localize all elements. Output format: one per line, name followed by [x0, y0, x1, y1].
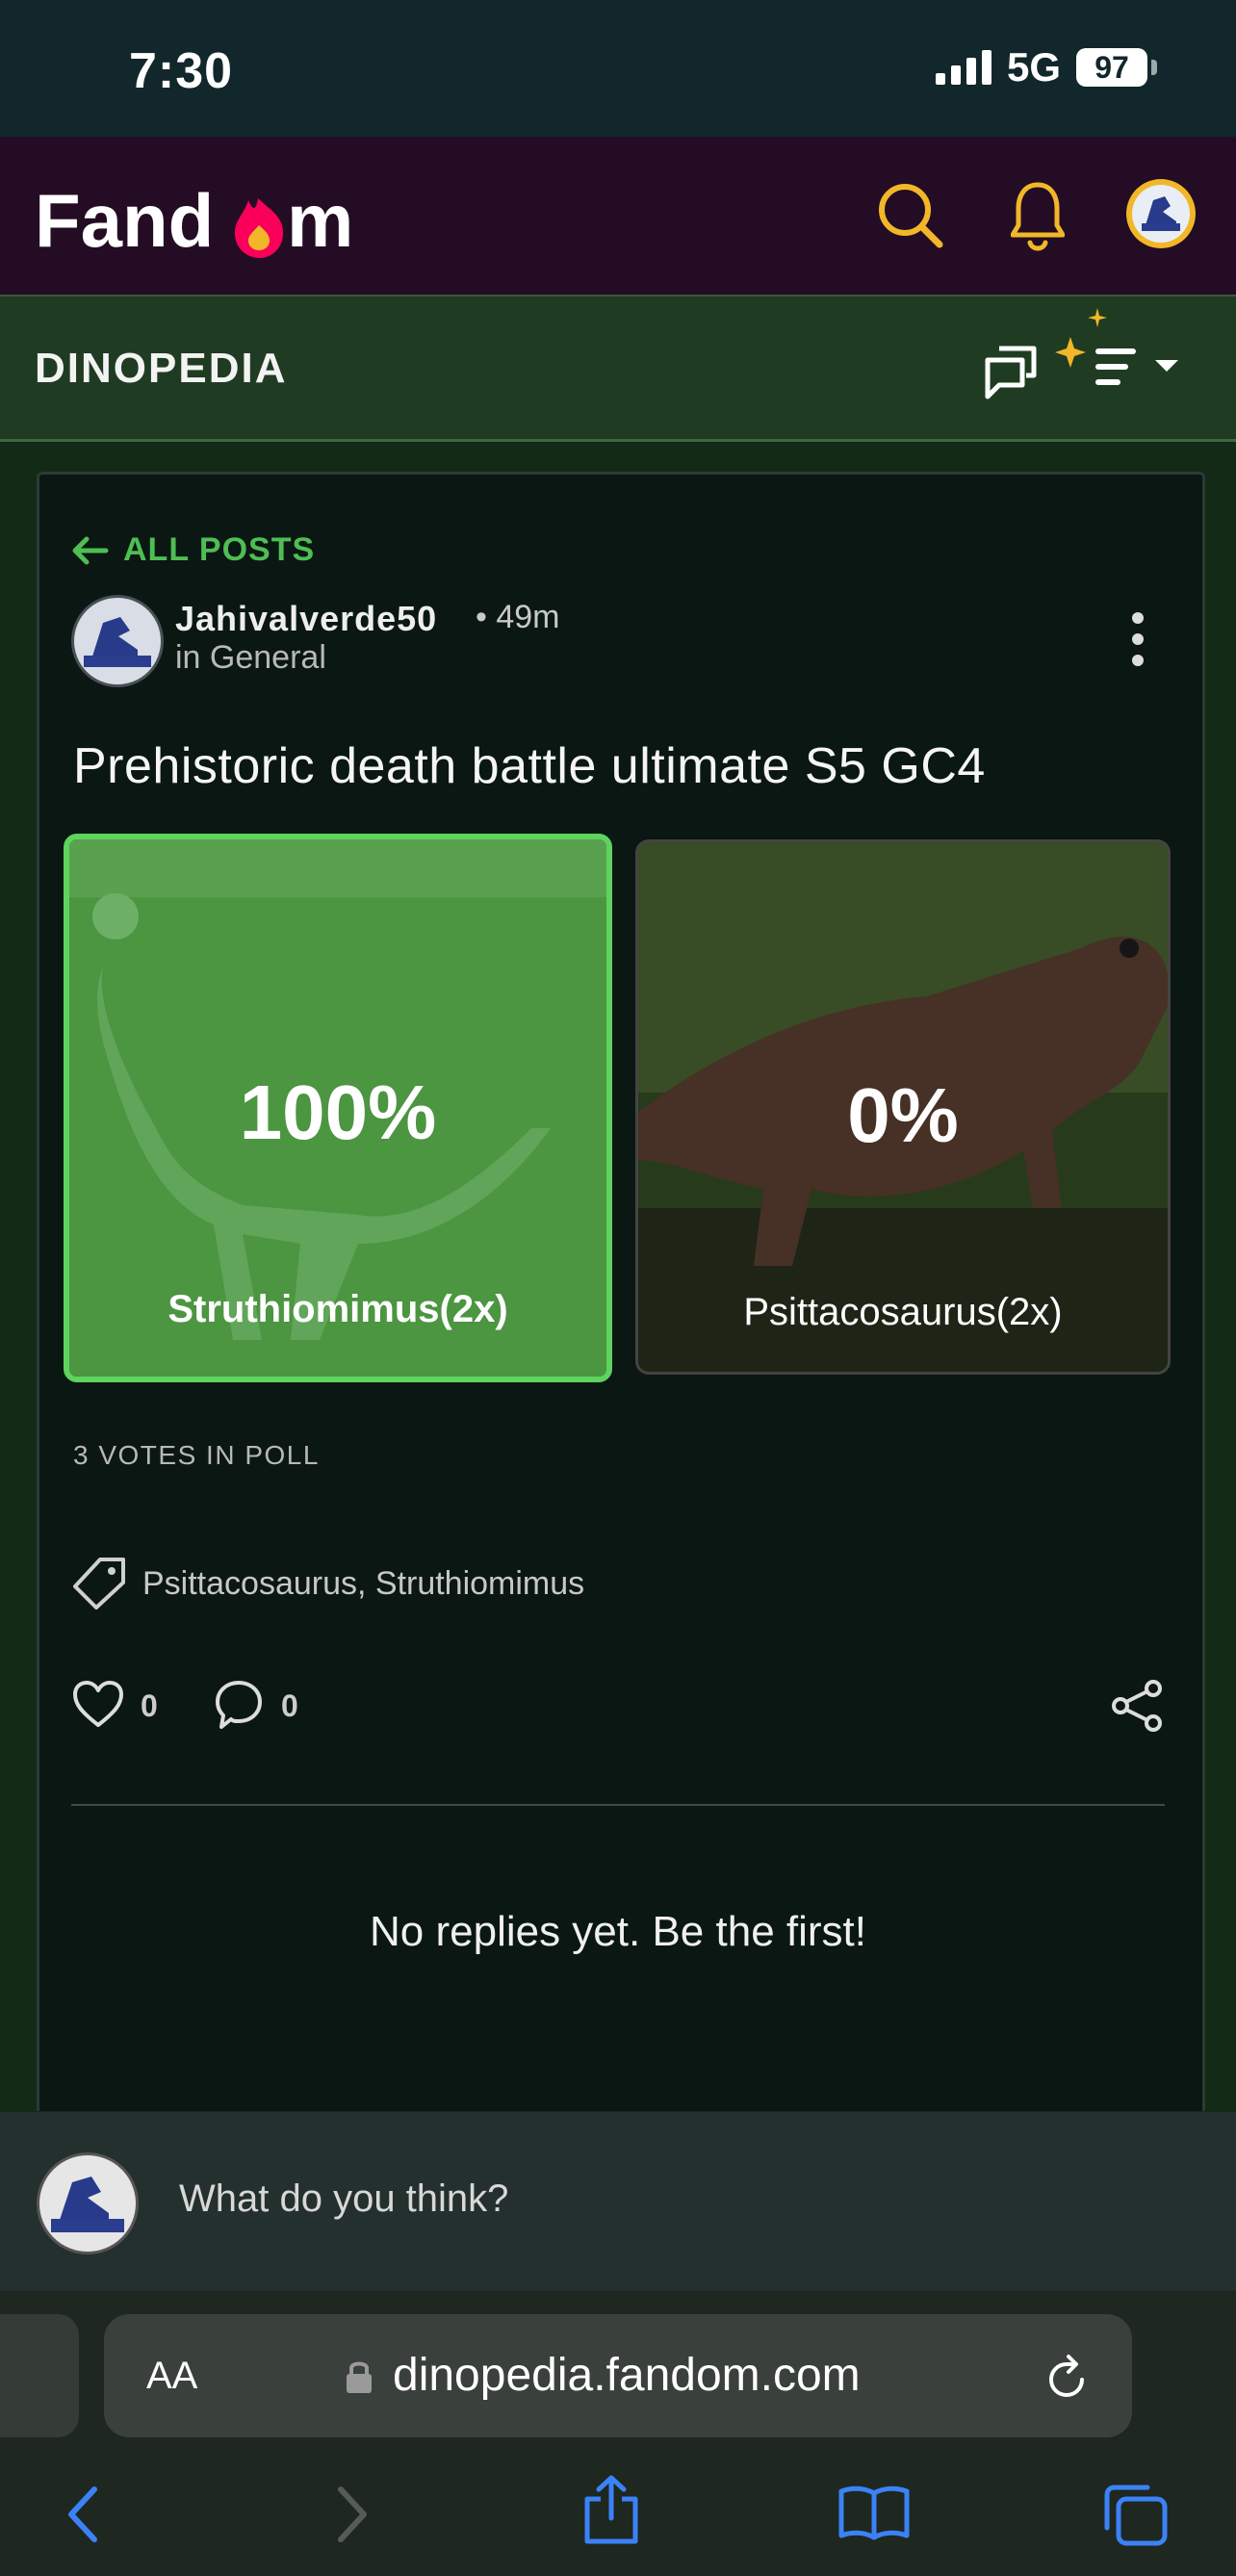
all-posts-link[interactable]: ALL POSTS — [123, 531, 315, 569]
poll-option-label: Struthiomimus(2x) — [167, 1288, 508, 1330]
signal-icon — [936, 50, 991, 85]
post-tags[interactable]: Psittacosaurus, Struthiomimus — [142, 1565, 584, 1603]
post-title: Prehistoric death battle ultimate S5 GC4 — [73, 738, 986, 794]
lock-icon — [347, 2361, 372, 2393]
heart-icon[interactable] — [71, 1679, 125, 1729]
wiki-name[interactable]: DINOPEDIA — [35, 345, 287, 393]
svg-text:Fand: Fand — [35, 178, 214, 263]
composer-avatar — [37, 2152, 139, 2254]
tag-icon — [73, 1558, 125, 1610]
like-count: 0 — [141, 1688, 158, 1723]
fandom-logo[interactable]: Fand m — [35, 171, 381, 268]
author-avatar[interactable] — [71, 595, 164, 687]
search-icon[interactable] — [876, 181, 945, 250]
back-icon[interactable] — [64, 2484, 102, 2545]
network-type: 5G — [1007, 44, 1062, 90]
svg-text:m: m — [287, 178, 353, 263]
url-text[interactable]: dinopedia.fandom.com — [393, 2349, 861, 2402]
battery-icon — [1151, 60, 1157, 75]
poll-vote-count: 3 VOTES IN POLL — [73, 1440, 320, 1470]
back-arrow-icon[interactable] — [71, 535, 110, 566]
poll-option-struthiomimus[interactable]: 100% Struthiomimus(2x) — [64, 834, 612, 1382]
share-sheet-icon[interactable] — [581, 2474, 641, 2547]
share-icon[interactable] — [1109, 1679, 1165, 1733]
reply-count: 0 — [281, 1688, 298, 1723]
bell-icon[interactable] — [1011, 179, 1065, 254]
explore-menu-icon[interactable] — [1053, 306, 1188, 402]
poll-option-label: Psittacosaurus(2x) — [743, 1291, 1063, 1333]
user-avatar[interactable] — [1126, 179, 1196, 248]
bookmarks-icon[interactable] — [837, 2484, 911, 2541]
empty-replies-message: No replies yet. Be the first! — [370, 1908, 866, 1955]
author-name[interactable]: Jahivalverde50 — [175, 599, 437, 639]
text-size-button[interactable]: AA — [146, 2355, 197, 2398]
poll-percent: 0% — [847, 1072, 959, 1158]
more-options-icon[interactable] — [1126, 610, 1149, 668]
forward-icon[interactable] — [333, 2484, 372, 2545]
reload-icon[interactable] — [1043, 2353, 1092, 2401]
divider — [71, 1804, 1165, 1806]
comment-icon[interactable] — [214, 1679, 264, 1731]
tabs-icon[interactable] — [1101, 2484, 1171, 2547]
poll-percent: 100% — [239, 1069, 437, 1155]
battery-level: 97 — [1076, 48, 1147, 87]
status-time: 7:30 — [129, 43, 234, 99]
poll-option-psittacosaurus[interactable]: 0% Psittacosaurus(2x) — [635, 839, 1171, 1375]
reply-input[interactable]: What do you think? — [179, 2177, 508, 2221]
discussions-icon[interactable] — [982, 343, 1040, 400]
post-time: • 49m — [476, 599, 560, 635]
post-category[interactable]: in General — [175, 639, 326, 677]
previous-tab-preview[interactable] — [0, 2314, 79, 2437]
